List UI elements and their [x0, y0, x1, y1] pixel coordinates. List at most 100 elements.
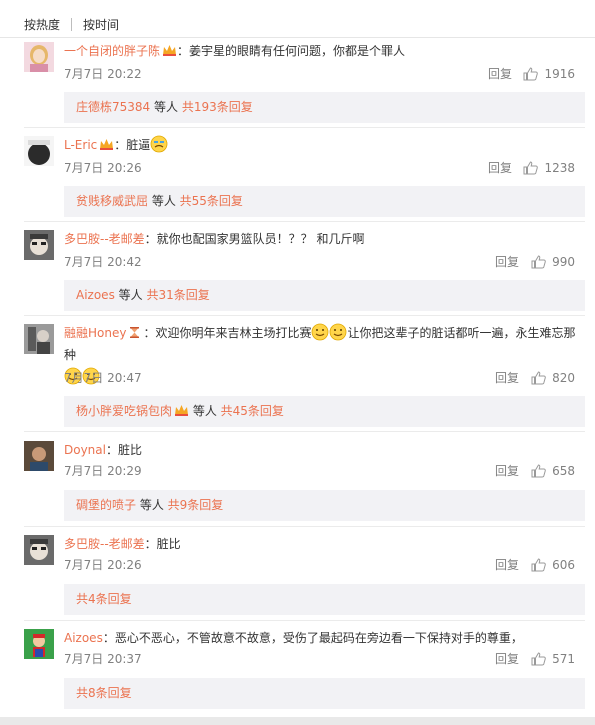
view-replies-link[interactable]: 共9条回复 [168, 498, 224, 512]
like-count: 1916 [544, 67, 575, 81]
like-count: 658 [552, 464, 575, 478]
comment-meta: 7月7日 20:37 回复 571 [64, 651, 585, 667]
like-count: 990 [552, 255, 575, 269]
like-button[interactable]: 1916 [523, 66, 575, 82]
like-count: 1238 [544, 161, 575, 175]
username-link[interactable]: L-Eric [64, 138, 97, 152]
comment-text: ：就你也配国家男篮队员！？？ 和几斤啊 [144, 232, 365, 246]
comment-body: 多巴胺--老邮差：就你也配国家男篮队员！？？ 和几斤啊 [64, 228, 585, 250]
thumbs-up-icon [531, 558, 546, 572]
like-button[interactable]: 606 [531, 557, 575, 573]
username-link[interactable]: 多巴胺--老邮差 [64, 232, 145, 246]
view-replies-link[interactable]: 共193条回复 [182, 100, 253, 114]
like-button[interactable]: 571 [531, 651, 575, 667]
comment-body: 多巴胺--老邮差：脏比 [64, 533, 585, 555]
username-link[interactable]: 融融Honey [64, 326, 126, 340]
reply-user-link[interactable]: 杨小胖爱吃锅包肉 [76, 404, 172, 418]
avatar[interactable] [24, 324, 54, 354]
thumbs-up-icon [531, 652, 546, 666]
avatar[interactable] [24, 629, 54, 659]
comment-body: 一个自闭的胖子陈 ：姜宇星的眼睛有任何问题，你都是个罪人 [64, 40, 585, 62]
row-divider [24, 431, 585, 432]
reply-user-link[interactable]: 庄德栋75384 [76, 100, 150, 114]
reply-button[interactable]: 回复 [495, 463, 519, 479]
comment-meta: 7月7日 20:22 回复 1916 [64, 66, 585, 82]
comment-meta: 7月7日 20:47 回复 820 [64, 370, 585, 386]
view-replies-link[interactable]: 共45条回复 [221, 404, 284, 418]
reply-user-link[interactable]: Aizoes [76, 288, 115, 302]
vip-crown-icon [174, 398, 189, 416]
row-divider [24, 620, 585, 621]
replies-box: 贫贱移威武屈 等人 共55条回复 [64, 186, 585, 217]
thumbs-up-icon [531, 371, 546, 385]
view-replies-link[interactable]: 共31条回复 [146, 288, 209, 302]
like-button[interactable]: 658 [531, 463, 575, 479]
tab-sort-by-hot[interactable]: 按热度 [24, 16, 60, 33]
tab-sort-by-time[interactable]: 按时间 [83, 16, 119, 33]
replies-box: 碉堡的喷子 等人 共9条回复 [64, 490, 585, 521]
thumbs-up-icon [523, 67, 539, 81]
comment-time: 7月7日 20:37 [64, 652, 142, 666]
comment-body: Aizoes：恶心不恶心，不管故意不故意，受伤了最起码在旁边看一下保持对手的尊重… [64, 627, 585, 649]
comment-text: ：姜宇星的眼睛有任何问题，你都是个罪人 [177, 44, 406, 58]
row-divider [24, 221, 585, 222]
comment-time: 7月7日 20:47 [64, 371, 142, 385]
comments-panel: { "tabs": { "hot": "按热度", "time": "按时间" … [0, 0, 595, 725]
replies-mid-text: 等人 [136, 498, 168, 512]
comment-time: 7月7日 20:26 [64, 558, 142, 572]
like-count: 820 [552, 371, 575, 385]
thumbs-up-icon [531, 464, 546, 478]
comment-time: 7月7日 20:42 [64, 255, 142, 269]
reply-button[interactable]: 回复 [495, 651, 519, 667]
comment-body: Doynal：脏比 [64, 439, 585, 461]
replies-mid-text: 等人 [150, 100, 182, 114]
thumbs-up-icon [531, 255, 546, 269]
like-count: 571 [552, 652, 575, 666]
hourglass-badge-icon [128, 324, 143, 338]
avatar[interactable] [24, 42, 54, 72]
view-replies-link[interactable]: 共8条回复 [76, 686, 132, 700]
replies-box: Aizoes 等人 共31条回复 [64, 280, 585, 311]
sort-tabs: 按热度 按时间 [24, 16, 119, 32]
like-button[interactable]: 990 [531, 254, 575, 270]
reply-user-link[interactable]: 碉堡的喷子 [76, 498, 136, 512]
tabs-divider [0, 37, 595, 38]
like-button[interactable]: 820 [531, 370, 575, 386]
avatar[interactable] [24, 441, 54, 471]
username-link[interactable]: Doynal [64, 443, 106, 457]
username-link[interactable]: 一个自闭的胖子陈 [64, 44, 160, 58]
replies-box: 共8条回复 [64, 678, 585, 709]
comment-meta: 7月7日 20:26 回复 606 [64, 557, 585, 573]
view-replies-link[interactable]: 共4条回复 [76, 592, 132, 606]
reply-button[interactable]: 回复 [488, 160, 512, 176]
emoji-crying-icon [150, 135, 168, 153]
reply-button[interactable]: 回复 [495, 557, 519, 573]
view-replies-link[interactable]: 共55条回复 [180, 194, 243, 208]
like-button[interactable]: 1238 [523, 160, 575, 176]
reply-user-link[interactable]: 贫贱移威武屈 [76, 194, 148, 208]
replies-box: 庄德栋75384 等人 共193条回复 [64, 92, 585, 123]
replies-mid-text: 等人 [114, 288, 147, 302]
vip-crown-icon [99, 136, 114, 150]
reply-button[interactable]: 回复 [495, 370, 519, 386]
bottom-scroll-edge [0, 717, 595, 725]
replies-mid-text: 等人 [148, 194, 180, 208]
comment-time: 7月7日 20:29 [64, 464, 142, 478]
vip-crown-icon [162, 42, 177, 56]
avatar[interactable] [24, 535, 54, 565]
username-link[interactable]: 多巴胺--老邮差 [64, 537, 145, 551]
username-link[interactable]: Aizoes [64, 631, 103, 645]
avatar[interactable] [24, 136, 54, 166]
row-divider [24, 127, 585, 128]
comment-time: 7月7日 20:26 [64, 161, 142, 175]
comment-meta: 7月7日 20:26 回复 1238 [64, 160, 585, 176]
comment-body: L-Eric ：脏逼 [64, 134, 585, 156]
comment-text: ：恶心不恶心，不管故意不故意，受伤了最起码在旁边看一下保持对手的尊重， [102, 631, 523, 645]
reply-button[interactable]: 回复 [488, 66, 512, 82]
comment-text: ：脏比 [144, 537, 181, 551]
comment-text: ：脏比 [105, 443, 142, 457]
avatar[interactable] [24, 230, 54, 260]
replies-mid-text: 等人 [189, 404, 221, 418]
emoji-laugh-icon [311, 323, 329, 341]
reply-button[interactable]: 回复 [495, 254, 519, 270]
